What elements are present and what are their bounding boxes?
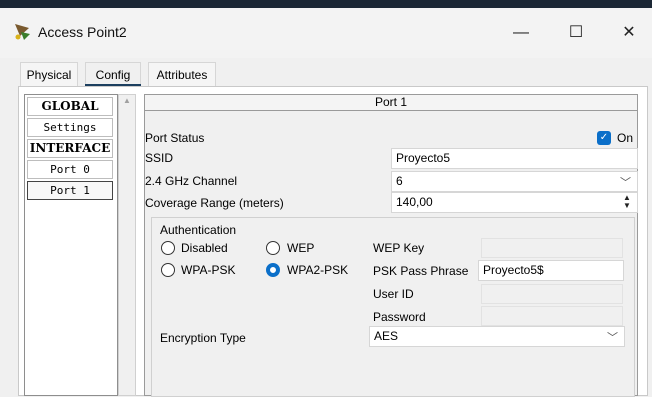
coverage-label: Coverage Range (meters) bbox=[145, 196, 284, 210]
coverage-input[interactable]: 140,00 bbox=[391, 192, 638, 213]
password-input[interactable] bbox=[481, 306, 623, 326]
sidebar-item-settings[interactable]: Settings bbox=[27, 118, 113, 137]
spin-down-icon[interactable]: ▼ bbox=[620, 202, 634, 210]
port-status-checkbox[interactable]: ✓ bbox=[597, 131, 611, 145]
minimize-button[interactable]: — bbox=[498, 18, 544, 48]
top-strip bbox=[0, 0, 652, 8]
wep-key-label: WEP Key bbox=[373, 241, 425, 255]
radio-wpa2-psk-label: WPA2-PSK bbox=[287, 263, 349, 277]
channel-select[interactable]: 6 bbox=[391, 171, 638, 192]
port-status-label: Port Status bbox=[145, 131, 205, 145]
tab-physical[interactable]: Physical bbox=[20, 62, 78, 86]
radio-wep-label: WEP bbox=[287, 241, 315, 255]
user-id-label: User ID bbox=[373, 287, 414, 301]
maximize-button[interactable]: ☐ bbox=[553, 18, 599, 48]
psk-pass-phrase-label: PSK Pass Phrase bbox=[373, 264, 469, 278]
ssid-label: SSID bbox=[145, 151, 174, 165]
radio-disabled-label: Disabled bbox=[181, 241, 228, 255]
wep-key-input[interactable] bbox=[481, 238, 623, 258]
sidebar-item-port-0[interactable]: Port 0 bbox=[27, 160, 113, 179]
close-button[interactable]: ✕ bbox=[606, 18, 652, 48]
port-header: Port 1 bbox=[144, 94, 638, 111]
encryption-type-value: AES bbox=[374, 329, 399, 343]
password-label: Password bbox=[373, 310, 426, 324]
radio-wep[interactable] bbox=[266, 241, 280, 255]
check-icon: ✓ bbox=[599, 132, 609, 143]
chevron-down-icon[interactable]: ﹀ bbox=[620, 174, 631, 190]
authentication-title: Authentication bbox=[160, 223, 237, 237]
sidebar-item-port-1[interactable]: Port 1 bbox=[27, 181, 113, 200]
sidebar-item-global[interactable]: GLOBAL bbox=[27, 97, 113, 116]
user-id-input[interactable] bbox=[481, 284, 623, 304]
radio-wpa-psk[interactable] bbox=[161, 263, 175, 277]
tab-config[interactable]: Config bbox=[85, 62, 141, 86]
tab-attributes[interactable]: Attributes bbox=[148, 62, 216, 86]
psk-pass-phrase-input[interactable]: Proyecto5$ bbox=[478, 260, 624, 281]
coverage-spinner[interactable]: ▲ ▼ bbox=[620, 194, 634, 212]
port-status-on-label: On bbox=[617, 131, 634, 145]
radio-wpa-psk-label: WPA-PSK bbox=[181, 263, 236, 277]
radio-disabled[interactable] bbox=[161, 241, 175, 255]
ssid-input[interactable]: Proyecto5 bbox=[391, 148, 638, 169]
window-title: Access Point2 bbox=[38, 24, 127, 40]
scroll-up-icon[interactable]: ▲ bbox=[122, 96, 132, 106]
radio-wpa2-psk[interactable] bbox=[266, 263, 280, 277]
sidebar-item-interface[interactable]: INTERFACE bbox=[27, 139, 113, 158]
chevron-down-icon[interactable]: ﹀ bbox=[607, 329, 618, 345]
router-icon bbox=[15, 24, 30, 40]
sidebar-scrollbar[interactable] bbox=[118, 94, 136, 396]
channel-value: 6 bbox=[396, 174, 403, 188]
channel-label: 2.4 GHz Channel bbox=[145, 174, 238, 188]
encryption-type-select[interactable]: AES bbox=[369, 326, 625, 347]
encryption-type-label: Encryption Type bbox=[160, 331, 246, 345]
